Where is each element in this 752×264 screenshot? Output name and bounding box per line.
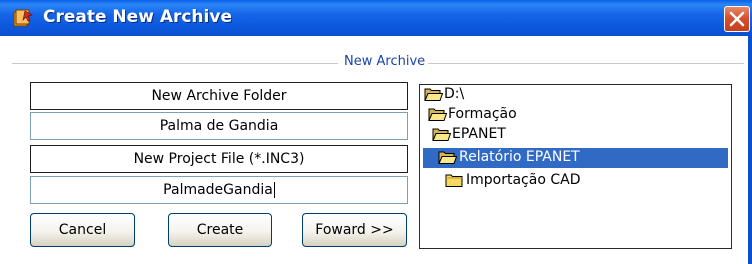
archive-folder-label: New Archive Folder bbox=[30, 82, 408, 110]
close-icon bbox=[729, 11, 745, 27]
project-file-value: PalmadeGandia bbox=[163, 182, 273, 198]
open-folder-icon bbox=[432, 128, 451, 141]
group-divider-right bbox=[428, 63, 744, 64]
tree-item-formacao[interactable]: Formação bbox=[420, 105, 731, 125]
create-archive-dialog: Create New Archive New Archive New Archi… bbox=[0, 0, 752, 264]
tree-item-label: Relatório EPANET bbox=[459, 149, 580, 165]
tree-item-epanet[interactable]: EPANET bbox=[420, 125, 731, 145]
tree-item-label: Formação bbox=[448, 106, 517, 122]
project-file-input[interactable]: PalmadeGandia bbox=[30, 176, 408, 204]
tree-item-label: Importação CAD bbox=[466, 172, 581, 188]
tree-item-drive-d[interactable]: D:\ bbox=[420, 85, 731, 105]
group-divider-left bbox=[12, 63, 338, 64]
project-file-label: New Project File (*.INC3) bbox=[30, 145, 408, 173]
title-bar[interactable]: Create New Archive bbox=[0, 0, 752, 36]
forward-button[interactable]: Foward >> bbox=[302, 213, 407, 247]
group-caption: New Archive bbox=[342, 54, 428, 69]
window-title: Create New Archive bbox=[43, 7, 232, 27]
tree-item-relatorio-epanet[interactable]: Relatório EPANET bbox=[420, 148, 731, 168]
closed-folder-icon bbox=[445, 174, 463, 187]
create-button[interactable]: Create bbox=[168, 213, 272, 247]
tree-item-label: EPANET bbox=[452, 126, 506, 142]
open-folder-icon bbox=[428, 108, 447, 121]
open-folder-icon bbox=[438, 151, 457, 164]
app-icon bbox=[13, 9, 33, 27]
open-folder-icon bbox=[424, 88, 443, 101]
close-button[interactable] bbox=[724, 6, 750, 32]
cancel-button[interactable]: Cancel bbox=[30, 213, 135, 247]
tree-item-importacao-cad[interactable]: Importação CAD bbox=[420, 171, 731, 191]
folder-tree[interactable]: D:\ Formação EPANET Relatório EPANET Imp… bbox=[419, 84, 732, 249]
tree-item-label: D:\ bbox=[444, 86, 465, 102]
text-caret bbox=[273, 182, 275, 198]
archive-folder-input[interactable]: Palma de Gandia bbox=[30, 112, 408, 140]
window-border bbox=[748, 36, 752, 264]
